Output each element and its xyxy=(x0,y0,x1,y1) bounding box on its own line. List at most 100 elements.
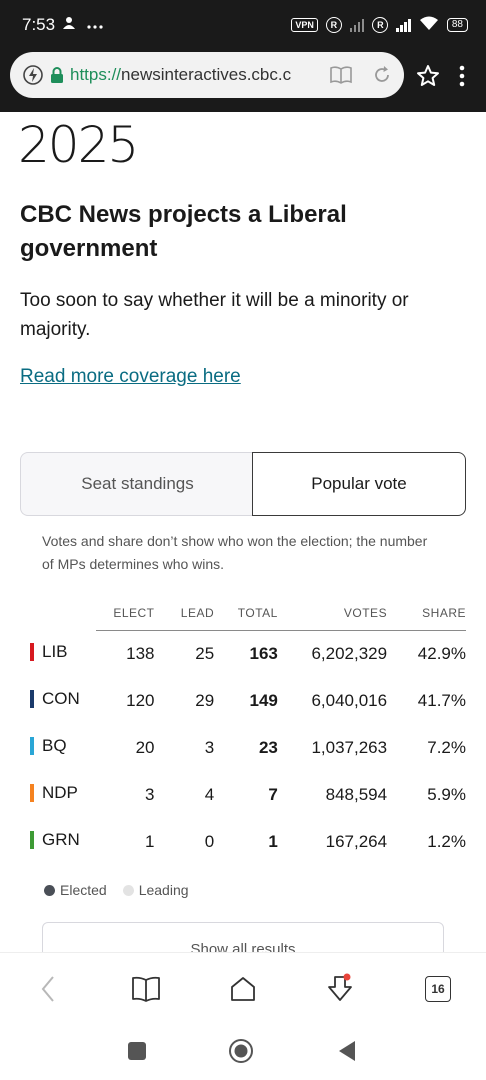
table-header-row: ELECT LEAD TOTAL VOTES SHARE xyxy=(20,596,466,631)
home-icon[interactable] xyxy=(227,973,259,1005)
party-color-swatch xyxy=(30,736,34,755)
reader-mode-icon[interactable] xyxy=(330,66,352,84)
tabs-count-badge: 16 xyxy=(425,976,451,1002)
elected-cell: 3 xyxy=(145,784,155,804)
subheadline: Too soon to say whether it will be a min… xyxy=(20,290,409,340)
bookmarks-book-icon[interactable] xyxy=(130,973,162,1005)
show-all-results-label: Show all results xyxy=(190,941,296,952)
headline: CBC News projects a Liberal government xyxy=(20,201,347,262)
bookmark-star-icon[interactable] xyxy=(414,62,442,90)
overflow-menu-icon[interactable] xyxy=(452,62,472,90)
show-all-results-button[interactable]: Show all results xyxy=(42,922,444,952)
url-host: newsinteractives.cbc.c xyxy=(121,65,292,84)
total-cell: 149 xyxy=(249,690,278,710)
browser-top-bar: https://newsinteractives.cbc.c xyxy=(0,50,486,112)
page-content: 2025 CBC News projects a Liberal governm… xyxy=(0,112,486,952)
table-row: LIB 138 25 163 6,202,329 42.9% xyxy=(20,630,466,677)
share-cell: 1.2% xyxy=(427,831,466,851)
party-name: BQ xyxy=(42,735,67,755)
elected-cell: 1 xyxy=(145,831,155,851)
total-cell: 1 xyxy=(268,831,278,851)
tabs-counter-button[interactable]: 16 xyxy=(422,973,454,1005)
signal-icon-2 xyxy=(396,18,411,32)
downloads-icon[interactable] xyxy=(324,973,356,1005)
leading-cell: 3 xyxy=(204,737,215,757)
col-lead: LEAD xyxy=(154,596,215,631)
elected-cell: 120 xyxy=(126,690,155,710)
reload-icon[interactable] xyxy=(372,65,392,85)
lock-icon xyxy=(50,66,64,84)
votes-cell: 6,040,016 xyxy=(311,690,388,710)
leading-cell: 0 xyxy=(204,831,215,851)
results-table: ELECT LEAD TOTAL VOTES SHARE LIB 138 25 … xyxy=(20,596,466,865)
table-row: BQ 20 3 23 1,037,263 7.2% xyxy=(20,724,466,771)
signal-icon xyxy=(349,18,365,32)
votes-cell: 167,264 xyxy=(325,831,388,851)
share-cell: 41.7% xyxy=(417,690,466,710)
url-text[interactable]: https://newsinteractives.cbc.c xyxy=(70,65,324,85)
party-cell: NDP xyxy=(20,771,96,818)
votes-cell: 848,594 xyxy=(325,784,388,804)
total-cell: 7 xyxy=(268,784,278,804)
tab-popular-vote[interactable]: Popular vote xyxy=(252,452,466,516)
share-cell: 5.9% xyxy=(427,784,466,804)
roaming-icon: R xyxy=(325,17,342,33)
votes-cell: 6,202,329 xyxy=(311,643,388,663)
tab-seat-standings[interactable]: Seat standings xyxy=(20,452,254,516)
legend-leading: Leading xyxy=(122,882,189,898)
party-name: NDP xyxy=(42,782,78,802)
address-bar[interactable]: https://newsinteractives.cbc.c xyxy=(10,52,404,98)
back-triangle-icon[interactable] xyxy=(334,1038,360,1064)
elected-cell: 20 xyxy=(135,737,155,757)
recents-square-icon[interactable] xyxy=(124,1038,150,1064)
vpn-icon: VPN xyxy=(291,18,318,32)
results-legend: Elected Leading xyxy=(44,882,189,898)
back-icon[interactable] xyxy=(32,973,64,1005)
read-more-link[interactable]: Read more coverage here xyxy=(20,366,241,388)
table-row: GRN 1 0 1 167,264 1.2% xyxy=(20,818,466,865)
browser-bottom-toolbar: 16 xyxy=(0,952,486,1024)
col-elect: ELECT xyxy=(95,596,155,631)
user-icon xyxy=(63,16,79,35)
party-cell: BQ xyxy=(20,724,96,771)
wifi-icon xyxy=(419,16,439,34)
elected-dot-icon xyxy=(44,884,55,896)
legend-elected: Elected xyxy=(44,882,107,898)
table-row: NDP 3 4 7 848,594 5.9% xyxy=(20,771,466,818)
party-color-swatch xyxy=(30,642,34,661)
col-total: TOTAL xyxy=(214,596,278,631)
elected-cell: 138 xyxy=(126,643,155,663)
votes-cell: 1,037,263 xyxy=(311,737,388,757)
system-nav-bar xyxy=(0,1024,486,1080)
total-cell: 23 xyxy=(258,737,278,757)
party-color-swatch xyxy=(30,783,34,802)
legend-elected-label: Elected xyxy=(60,882,107,898)
results-disclaimer: Votes and share don’t show who won the e… xyxy=(42,533,428,572)
party-color-swatch xyxy=(30,689,34,708)
party-cell: CON xyxy=(20,677,96,724)
leading-cell: 29 xyxy=(195,690,215,710)
leading-cell: 25 xyxy=(195,643,215,663)
leading-cell: 4 xyxy=(204,784,215,804)
total-cell: 163 xyxy=(249,643,278,663)
party-color-swatch xyxy=(30,830,34,849)
page-title-year: 2025 xyxy=(18,116,139,174)
status-bar: 7:53 VPN R R 88 xyxy=(0,0,486,50)
share-cell: 42.9% xyxy=(417,643,466,663)
home-circle-icon[interactable] xyxy=(228,1038,254,1064)
party-name: CON xyxy=(42,688,80,708)
battery-icon: 88 xyxy=(446,18,468,32)
share-cell: 7.2% xyxy=(427,737,466,757)
party-cell: LIB xyxy=(20,630,96,677)
lightning-icon[interactable] xyxy=(22,64,44,86)
party-cell: GRN xyxy=(20,818,96,865)
col-party xyxy=(20,596,96,630)
table-row: CON 120 29 149 6,040,016 41.7% xyxy=(20,677,466,724)
url-scheme: https:// xyxy=(70,65,122,84)
results-view-toggle: Seat standings Popular vote xyxy=(20,452,466,516)
roaming-icon-2: R xyxy=(372,17,389,33)
clock: 7:53 xyxy=(22,15,56,34)
col-votes: VOTES xyxy=(277,596,388,631)
leading-dot-icon xyxy=(122,884,134,896)
more-notifications-icon xyxy=(87,16,103,34)
